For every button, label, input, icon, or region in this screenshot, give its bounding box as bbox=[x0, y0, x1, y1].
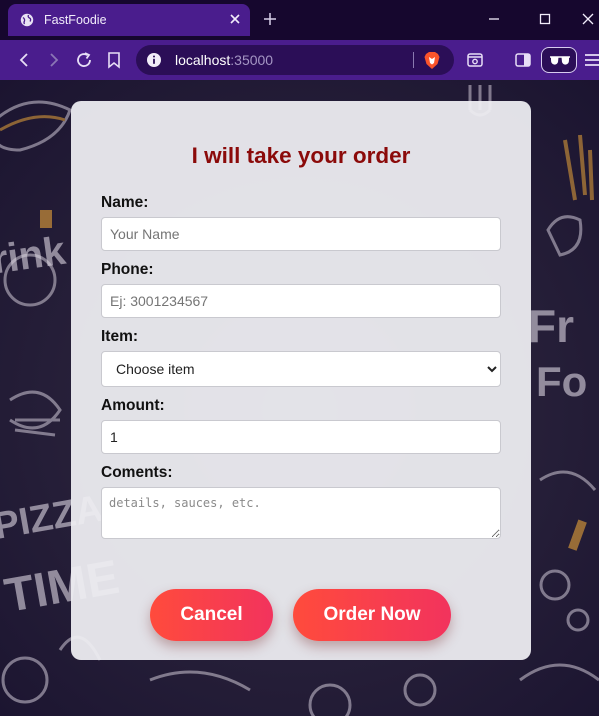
private-window-button[interactable] bbox=[541, 47, 577, 73]
item-label: Item: bbox=[101, 328, 139, 345]
form-title: I will take your order bbox=[191, 143, 411, 168]
forward-icon[interactable] bbox=[45, 51, 63, 69]
amount-input[interactable] bbox=[101, 420, 501, 454]
sidebar-icon[interactable] bbox=[514, 51, 532, 69]
reload-icon[interactable] bbox=[75, 51, 93, 69]
name-label: Name: bbox=[101, 194, 149, 211]
minimize-icon[interactable] bbox=[487, 12, 501, 26]
brave-shields-icon[interactable] bbox=[423, 51, 441, 70]
address-bar[interactable]: localhost:35000 bbox=[136, 45, 454, 75]
tab-title: FastFoodie bbox=[44, 13, 107, 27]
url-text: localhost:35000 bbox=[175, 52, 274, 68]
menu-icon[interactable] bbox=[583, 51, 599, 69]
maximize-icon[interactable] bbox=[538, 12, 552, 26]
name-input[interactable] bbox=[101, 217, 501, 251]
leo-ai-icon[interactable] bbox=[466, 51, 484, 69]
order-now-button[interactable]: Order Now bbox=[293, 589, 451, 641]
glasses-icon bbox=[550, 56, 570, 65]
phone-label: Phone: bbox=[101, 261, 154, 278]
back-icon[interactable] bbox=[15, 51, 33, 69]
browser-toolbar: localhost:35000 bbox=[0, 40, 599, 80]
close-tab-icon[interactable] bbox=[228, 12, 242, 26]
svg-text:rink: rink bbox=[0, 229, 69, 283]
amount-label: Amount: bbox=[101, 397, 165, 414]
browser-tab[interactable]: FastFoodie bbox=[8, 4, 250, 36]
globe-icon bbox=[20, 13, 34, 27]
order-form: I will take your order Name: Phone: Item… bbox=[71, 101, 531, 660]
comments-textarea[interactable] bbox=[101, 487, 501, 539]
bookmark-icon[interactable] bbox=[105, 51, 123, 69]
item-select[interactable]: Choose item bbox=[101, 351, 501, 387]
new-tab-icon[interactable] bbox=[263, 12, 277, 26]
address-bar-divider bbox=[413, 52, 414, 68]
phone-input[interactable] bbox=[101, 284, 501, 318]
cancel-button[interactable]: Cancel bbox=[150, 589, 273, 641]
svg-text:Fr: Fr bbox=[528, 300, 574, 352]
window-close-icon[interactable] bbox=[581, 12, 595, 26]
comments-label: Coments: bbox=[101, 464, 173, 481]
svg-text:Fo: Fo bbox=[536, 358, 587, 405]
browser-tab-strip: FastFoodie bbox=[0, 0, 599, 40]
site-info-icon[interactable] bbox=[146, 52, 162, 68]
